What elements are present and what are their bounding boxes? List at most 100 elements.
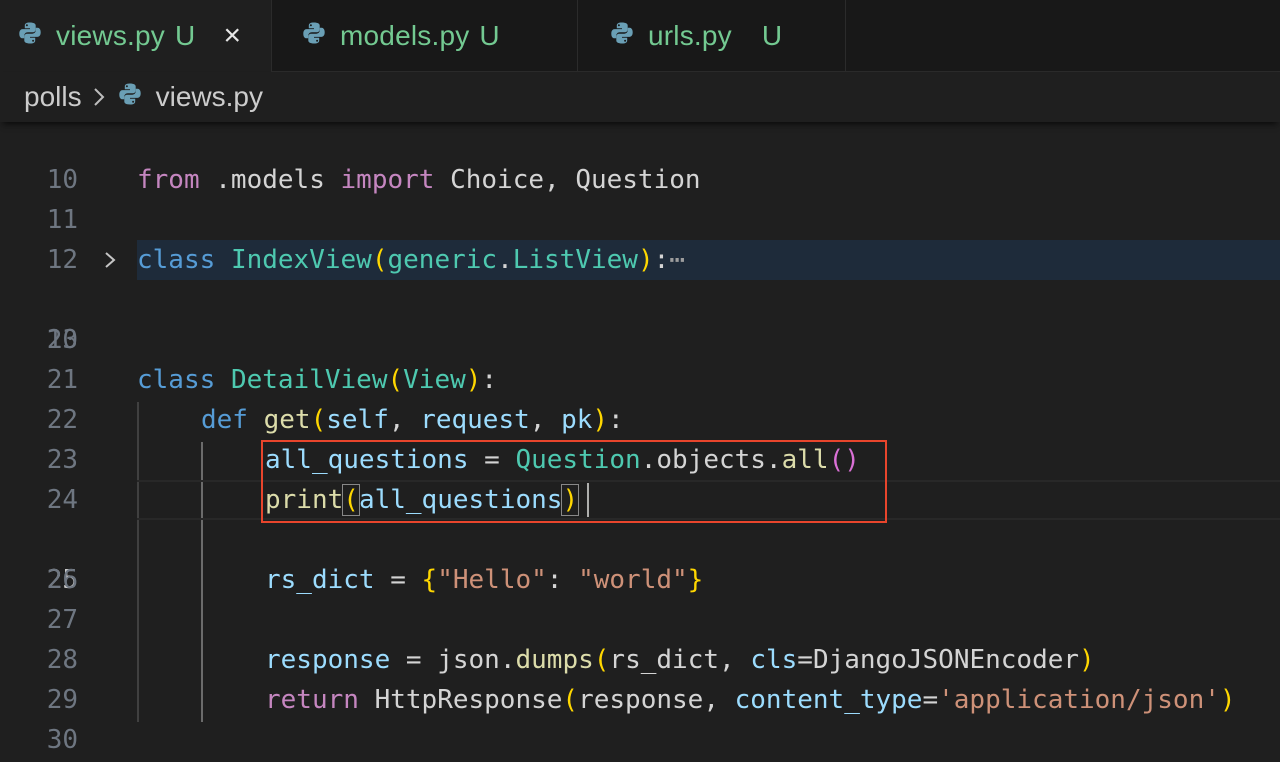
token: "world" <box>578 565 688 595</box>
breadcrumb-file[interactable]: views.py <box>156 81 263 113</box>
token: ( <box>342 484 360 516</box>
token: ) <box>844 445 860 475</box>
token: IndexView <box>230 245 372 275</box>
code-line: 24 all_questions = Question.objects.all(… <box>0 440 1280 515</box>
code-line: 11 from .models import Choice, Question <box>0 160 1280 235</box>
token: all_questions <box>358 485 563 515</box>
token: print <box>265 485 344 515</box>
token: def <box>201 405 248 435</box>
token: ) <box>637 245 654 275</box>
tab-label: views.py <box>56 20 165 51</box>
token: ( <box>387 365 404 395</box>
tab-models-py[interactable]: models.py U <box>272 0 578 72</box>
token: : <box>608 405 624 435</box>
token: . <box>497 245 513 275</box>
token: ) <box>1219 685 1236 715</box>
token: Question <box>515 445 641 475</box>
token: rs_dict <box>265 565 375 595</box>
tab-views-py[interactable]: views.py U × <box>0 0 272 73</box>
token: ( <box>310 405 327 435</box>
token: = <box>797 645 813 675</box>
token: content_type <box>734 685 923 715</box>
token: response <box>265 645 391 675</box>
token: = <box>390 645 438 675</box>
token: class <box>137 365 216 395</box>
chevron-right-icon <box>92 86 106 108</box>
code-line-current: 25 print(all_questions) <box>0 480 1280 595</box>
token: .objects. <box>640 445 782 475</box>
token: json <box>437 645 500 675</box>
token: "Hello" <box>437 565 547 595</box>
python-icon <box>302 20 326 52</box>
token: ) <box>561 484 580 516</box>
token: generic <box>387 245 498 275</box>
token: Choice, Question <box>434 165 701 195</box>
tab-label: models.py <box>340 20 470 51</box>
token: DetailView <box>230 365 388 395</box>
token: all_questions <box>265 445 469 475</box>
token: self <box>326 405 389 435</box>
code-line: 27 rs_dict = {"Hello": "world"} <box>0 560 1280 635</box>
token: ListView <box>512 245 638 275</box>
code-line: 30 return HttpResponse(response, content… <box>0 680 1280 755</box>
token: ( <box>828 445 845 475</box>
token: class <box>137 245 216 275</box>
token: , <box>703 685 735 715</box>
folded-ellipsis[interactable]: ⋯ <box>669 245 685 275</box>
token: DjangoJSONEncoder <box>812 645 1080 675</box>
token: = <box>468 445 516 475</box>
token: ( <box>562 685 579 715</box>
close-icon[interactable]: × <box>217 21 247 51</box>
chevron-right-icon[interactable] <box>102 240 118 280</box>
python-icon <box>118 81 142 113</box>
tab-urls-py[interactable]: urls.py U <box>578 0 846 72</box>
python-icon <box>18 20 42 52</box>
token: HttpResponse <box>374 685 563 715</box>
token: . <box>499 645 516 675</box>
untracked-badge: U <box>761 20 783 51</box>
code-line: 29 response = json.dumps(rs_dict, cls=Dj… <box>0 640 1280 715</box>
token: { <box>421 565 438 595</box>
code-line: 21 <box>0 320 1280 395</box>
token: from <box>137 165 200 195</box>
token: , <box>529 405 562 435</box>
token: import <box>340 165 435 195</box>
token: = <box>374 565 422 595</box>
breadcrumb-folder[interactable]: polls <box>24 81 82 113</box>
token: 'application/json' <box>938 685 1220 715</box>
editor-tab-bar: views.py U × models.py U urls.py U <box>0 0 1280 73</box>
code-line: 26 <box>0 520 1280 595</box>
token: response <box>578 685 704 715</box>
code-line: 31 <box>0 720 1280 760</box>
token: : <box>481 365 498 395</box>
untracked-badge: U <box>174 20 196 51</box>
code-line: 20 <box>0 280 1280 355</box>
tab-label: urls.py <box>648 20 732 51</box>
token: , <box>719 645 751 675</box>
code-line: 23 def get(self, request, pk): <box>0 400 1280 475</box>
token: dumps <box>515 645 594 675</box>
token: pk <box>561 405 593 435</box>
token: ( <box>371 245 388 275</box>
code-line-folded: 13 class IndexView(generic.ListView):⋯ <box>0 240 1280 355</box>
token: ) <box>592 405 609 435</box>
python-icon <box>610 20 634 52</box>
code-line: 10 <box>0 120 1280 195</box>
token: return <box>265 685 359 715</box>
text-cursor <box>587 483 589 517</box>
token: ) <box>1079 645 1095 675</box>
token: : <box>653 245 670 275</box>
token: , <box>388 405 421 435</box>
code-line: 22 class DetailView(View): <box>0 360 1280 435</box>
code-editor[interactable]: 10 11 from .models import Choice, Questi… <box>0 122 1280 762</box>
token: .models <box>199 165 341 195</box>
token: = <box>922 685 939 715</box>
token: } <box>687 565 704 595</box>
untracked-badge: U <box>479 20 500 51</box>
token: all <box>781 445 829 475</box>
token: request <box>420 405 530 435</box>
token: View <box>403 365 466 395</box>
